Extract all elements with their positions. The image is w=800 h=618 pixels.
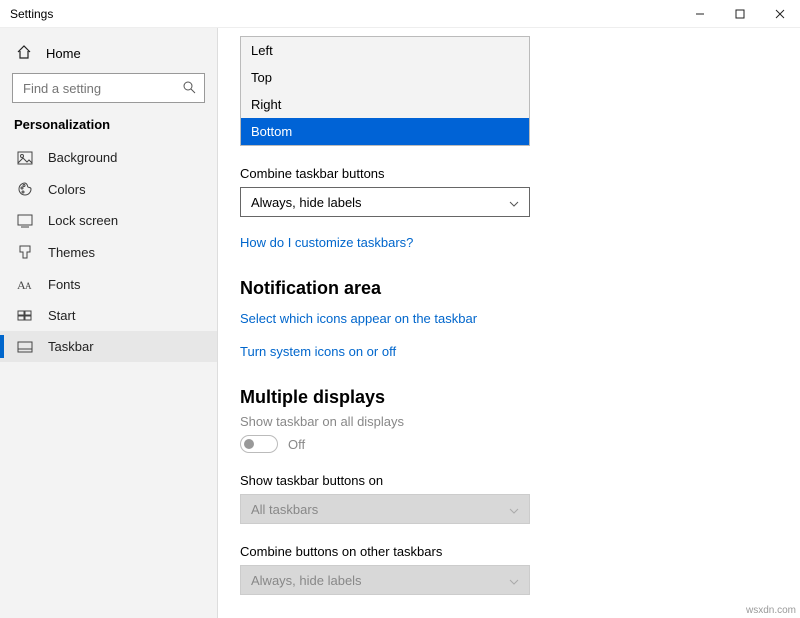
- dropdown-option-right[interactable]: Right: [241, 91, 529, 118]
- show-all-label: Show taskbar on all displays: [240, 414, 770, 429]
- picture-icon: [16, 151, 34, 165]
- category-heading: Personalization: [0, 117, 217, 142]
- show-all-state: Off: [288, 437, 305, 452]
- dropdown-option-left[interactable]: Left: [241, 37, 529, 64]
- combine-select[interactable]: Always, hide labels: [240, 187, 530, 217]
- main-content: Left Top Right Bottom Combine taskbar bu…: [218, 28, 800, 618]
- minimize-button[interactable]: [680, 0, 720, 28]
- window-title: Settings: [10, 7, 53, 21]
- chevron-down-icon: [509, 195, 519, 210]
- home-icon: [16, 44, 32, 63]
- multiple-displays-heading: Multiple displays: [240, 387, 770, 408]
- home-label: Home: [46, 46, 81, 61]
- system-icons-link[interactable]: Turn system icons on or off: [240, 344, 770, 359]
- combine-other-value: Always, hide labels: [251, 573, 362, 588]
- window-controls: [680, 0, 800, 28]
- home-nav[interactable]: Home: [0, 38, 217, 73]
- chevron-down-icon: [509, 573, 519, 588]
- dropdown-option-top[interactable]: Top: [241, 64, 529, 91]
- taskbar-location-dropdown[interactable]: Left Top Right Bottom: [240, 36, 530, 146]
- search-icon: [182, 80, 196, 97]
- sidebar-item-label: Colors: [48, 182, 86, 197]
- themes-icon: [16, 244, 34, 260]
- combine-label: Combine taskbar buttons: [240, 166, 770, 181]
- buttons-on-select: All taskbars: [240, 494, 530, 524]
- sidebar-item-colors[interactable]: Colors: [0, 173, 217, 205]
- lockscreen-icon: [16, 214, 34, 228]
- taskbar-icon: [16, 341, 34, 353]
- sidebar-item-themes[interactable]: Themes: [0, 236, 217, 268]
- sidebar-item-background[interactable]: Background: [0, 142, 217, 173]
- combine-other-select: Always, hide labels: [240, 565, 530, 595]
- sidebar-item-label: Taskbar: [48, 339, 94, 354]
- customize-link[interactable]: How do I customize taskbars?: [240, 235, 770, 250]
- chevron-down-icon: [509, 502, 519, 517]
- palette-icon: [16, 181, 34, 197]
- show-all-toggle[interactable]: [240, 435, 278, 453]
- sidebar-item-label: Themes: [48, 245, 95, 260]
- sidebar-item-label: Background: [48, 150, 117, 165]
- sidebar-item-label: Lock screen: [48, 213, 118, 228]
- sidebar-item-label: Fonts: [48, 277, 81, 292]
- sidebar-item-fonts[interactable]: AA Fonts: [0, 268, 217, 300]
- titlebar: Settings: [0, 0, 800, 28]
- watermark: wsxdn.com: [746, 605, 796, 616]
- close-button[interactable]: [760, 0, 800, 28]
- buttons-on-value: All taskbars: [251, 502, 318, 517]
- sidebar: Home Personalization Background Colors: [0, 28, 218, 618]
- sidebar-item-label: Start: [48, 308, 75, 323]
- maximize-button[interactable]: [720, 0, 760, 28]
- show-all-toggle-row: Off: [240, 435, 770, 453]
- dropdown-option-bottom[interactable]: Bottom: [241, 118, 529, 145]
- search-box[interactable]: [12, 73, 205, 103]
- svg-text:A: A: [25, 281, 32, 291]
- start-icon: [16, 310, 34, 322]
- search-input[interactable]: [21, 80, 161, 97]
- fonts-icon: AA: [16, 276, 34, 292]
- sidebar-item-start[interactable]: Start: [0, 300, 217, 331]
- combine-value: Always, hide labels: [251, 195, 362, 210]
- sidebar-item-taskbar[interactable]: Taskbar: [0, 331, 217, 362]
- sidebar-item-lock-screen[interactable]: Lock screen: [0, 205, 217, 236]
- buttons-on-label: Show taskbar buttons on: [240, 473, 770, 488]
- select-icons-link[interactable]: Select which icons appear on the taskbar: [240, 311, 770, 326]
- combine-other-label: Combine buttons on other taskbars: [240, 544, 770, 559]
- notification-heading: Notification area: [240, 278, 770, 299]
